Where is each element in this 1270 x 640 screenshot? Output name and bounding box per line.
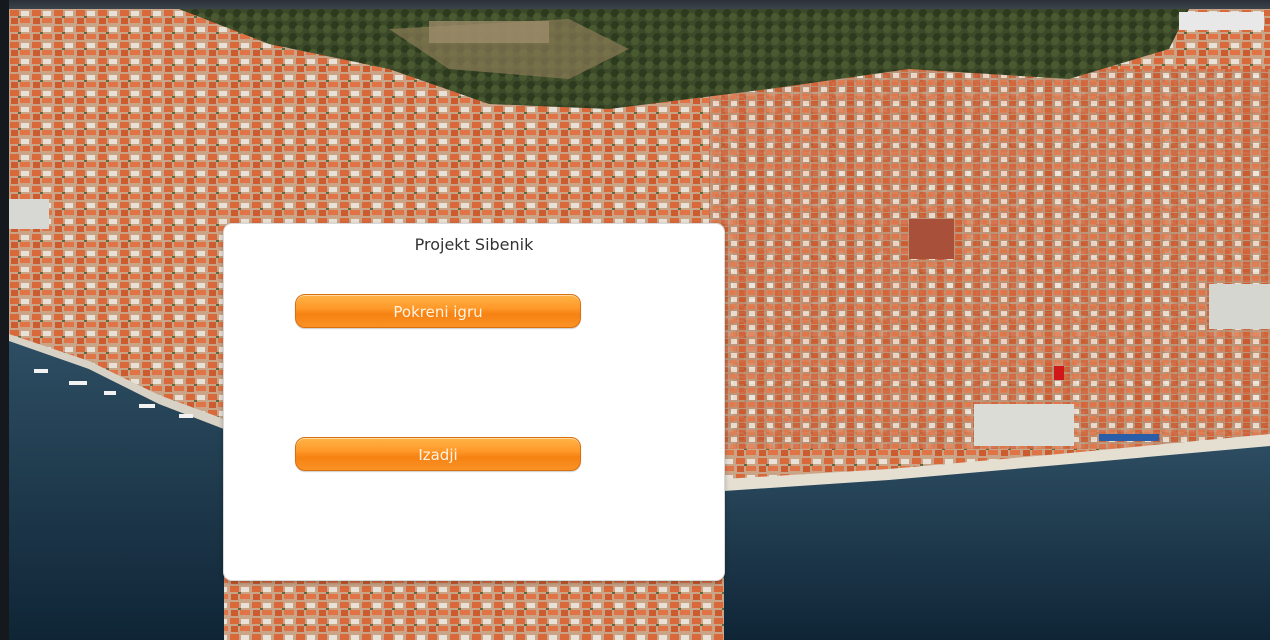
start-game-button[interactable]: Pokreni igru xyxy=(295,294,581,328)
exit-button[interactable]: Izadji xyxy=(295,437,581,471)
main-menu-dialog: Projekt Sibenik Pokreni igru Izadji xyxy=(224,224,724,580)
window-left-border xyxy=(0,0,9,640)
dialog-title: Projekt Sibenik xyxy=(414,235,534,254)
game-window: Projekt Sibenik Pokreni igru Izadji xyxy=(0,0,1270,640)
window-top-border xyxy=(0,0,1270,9)
